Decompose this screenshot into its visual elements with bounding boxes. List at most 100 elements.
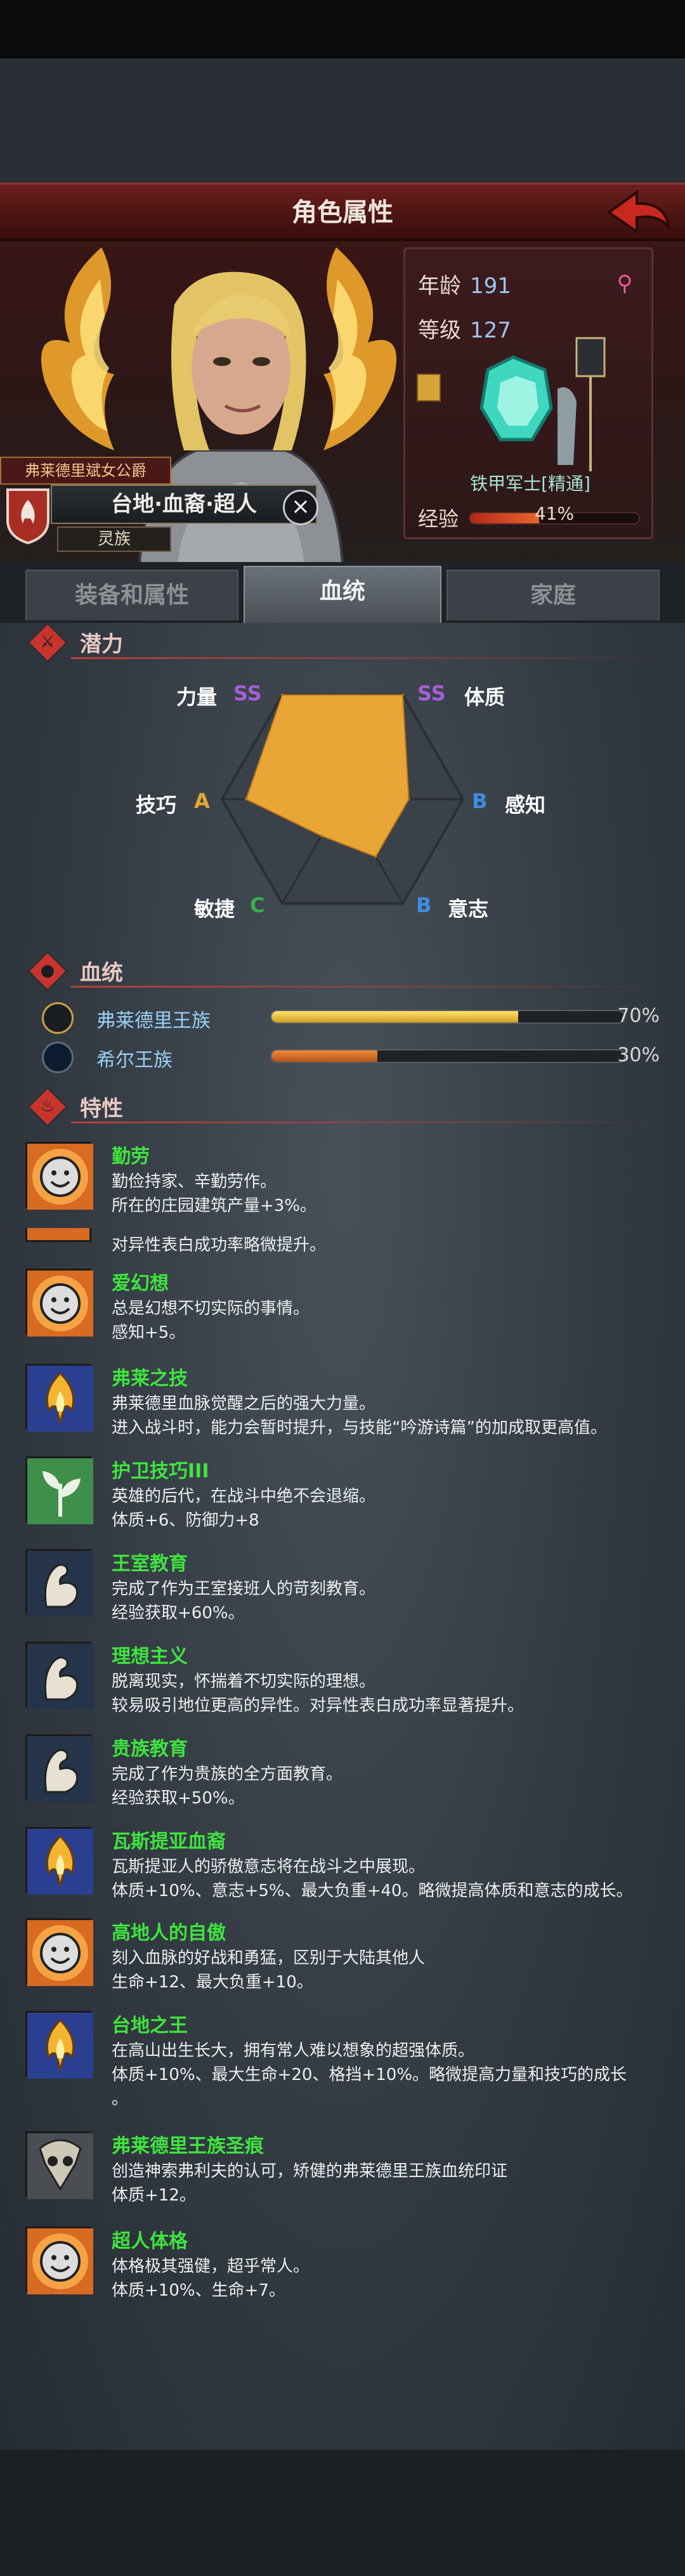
hill-emblem-icon: [42, 1042, 74, 1073]
grade-agility: C: [250, 893, 265, 917]
traits-header: ♨ 特性: [0, 1086, 685, 1128]
bottom-band: [0, 2450, 685, 2576]
bloodline-bar-fill: [271, 1011, 519, 1023]
grade-will: B: [416, 893, 432, 917]
trait-leaf-icon: [25, 1456, 93, 1524]
trait-description-line: 生命+12、最大负重+10。: [112, 1973, 313, 1992]
trait-description-line: 。: [112, 2089, 129, 2109]
key-icon[interactable]: ⚲: [612, 271, 637, 296]
trait-description-line: 脱离现实，怀揣着不切实际的理想。: [112, 1672, 376, 1691]
bloodline-divider: [71, 986, 666, 988]
trait-description-line: 体质+6、防御力+8: [112, 1511, 259, 1530]
axis-label-strength: 力量: [176, 685, 218, 709]
trait-smile-icon-partial: [25, 1228, 91, 1242]
back-arrow-icon[interactable]: [604, 188, 672, 237]
bloodline-name: 弗莱德里王族: [96, 1010, 211, 1032]
trait-arm-icon: [25, 1549, 93, 1617]
top-gray-band: [0, 58, 685, 183]
trait-name: 贵族教育: [112, 1738, 188, 1760]
race-label: 灵族: [57, 526, 171, 552]
grade-strength: SS: [233, 681, 262, 705]
tab-equipment[interactable]: 装备和属性: [25, 570, 238, 620]
trait-name: 爱幻想: [112, 1272, 169, 1295]
trait-flame-icon: [25, 1364, 93, 1432]
grade-constitution: SS: [417, 681, 446, 705]
trait-arm-icon: [25, 1734, 93, 1802]
potential-header: ⚔ 潜力: [0, 622, 685, 664]
flame-glyph-icon: ♨: [40, 1097, 55, 1116]
trait-arm-icon: [25, 1642, 93, 1710]
bloodline-header: ● 血统: [0, 950, 685, 992]
class-name: 铁甲军士[精通]: [470, 473, 590, 494]
trait-smile-icon: [25, 2226, 93, 2294]
page-title: 角色属性: [292, 198, 393, 227]
axis-label-skill: 技巧: [136, 793, 177, 817]
trait-description-line: 瓦斯提亚人的骄傲意志将在战斗之中展现。: [112, 1857, 426, 1876]
traits-divider: [71, 1121, 666, 1123]
trait-name: 理想主义: [112, 1645, 188, 1668]
radar-point-感知: [407, 798, 410, 801]
trait-smile-icon: [25, 1918, 93, 1986]
bloodline-shield-icon: [6, 488, 49, 544]
close-icon[interactable]: ×: [283, 490, 318, 525]
bloodline-bar: [270, 1049, 625, 1063]
trait-description-line: 较易吸引地位更高的异性。对异性表白成功率显著提升。: [112, 1696, 525, 1715]
bloodline-percent: 30%: [617, 1044, 660, 1066]
trait-description-line: 完成了作为王室接班人的苛刻教育。: [112, 1579, 376, 1599]
tab-family[interactable]: 家庭: [447, 570, 660, 620]
stats-panel: 年龄 191 ⚲ 等级 127 铁甲军士[精通] 经验 41%: [403, 247, 653, 539]
rank-badge-icon: [417, 374, 441, 402]
potential-glyph-icon: ⚔: [40, 632, 55, 651]
trait-description-line: 在高山出生长大，拥有常人难以想象的超强体质。: [112, 2041, 475, 2060]
character-name: 台地·血裔·超人: [51, 485, 317, 524]
radar-point-力量: [281, 693, 284, 696]
age-row: 年龄 191: [418, 268, 511, 299]
trait-description-line: 完成了作为贵族的全方面教育。: [112, 1765, 343, 1784]
bloodline-percent: 70%: [617, 1005, 660, 1027]
grade-skill: A: [194, 789, 210, 813]
top-black-band: [0, 0, 685, 58]
exp-percent: 41%: [534, 503, 575, 524]
trait-description-line: 感知+5。: [112, 1323, 186, 1342]
radar-point-敏捷: [320, 834, 323, 837]
trait-name: 勤劳: [112, 1146, 150, 1168]
nobility-title: 弗莱德里斌女公爵: [0, 457, 171, 485]
trait-name: 台地之王: [112, 2015, 188, 2037]
trait-name: 护卫技巧III: [112, 1460, 209, 1482]
trait-description-line: 体质+10%、最大生命+20、格挡+10%。略微提高力量和技巧的成长: [112, 2065, 627, 2084]
trait-name: 高地人的自傲: [112, 1922, 226, 1944]
trait-name: 瓦斯提亚血裔: [112, 1831, 226, 1853]
trait-skull-icon: [25, 2131, 93, 2199]
trait-name: 超人体格: [112, 2230, 188, 2252]
axis-label-agility: 敏捷: [194, 897, 235, 921]
trait-description-line: 所在的庄园建筑产量+3%。: [112, 1196, 317, 1215]
grade-perception: B: [472, 789, 488, 813]
trait-description-line: 英雄的后代，在战斗中绝不会退缩。: [112, 1487, 376, 1506]
trait-name: 弗莱德里王族圣痕: [112, 2135, 264, 2157]
traits-title: 特性: [80, 1096, 123, 1121]
trait-description-line: 进入战斗时，能力会暂时提升，与技能“吟游诗篇”的加成取更高值。: [112, 1418, 607, 1437]
trait-description-line: 创造神索弗利夫的认可，矫健的弗莱德里王族血统印证: [112, 2162, 508, 2181]
axis-label-will: 意志: [448, 897, 489, 921]
trait-description-line: 体质+10%、意志+5%、最大负重+40。略微提高体质和意志的成长。: [112, 1881, 633, 1900]
royal-emblem-icon: [42, 1002, 74, 1034]
bloodline-bar-fill: [271, 1050, 377, 1062]
radar-point-体质: [401, 693, 404, 696]
trait-description-line: 总是幻想不切实际的事情。: [112, 1299, 310, 1318]
axis-label-constitution: 体质: [464, 685, 506, 709]
trait-description-line: 对异性表白成功率略微提升。: [112, 1236, 327, 1255]
trait-smile-icon: [25, 1142, 93, 1210]
trait-description-line: 勤俭持家、辛勤劳作。: [112, 1172, 277, 1191]
trait-description-line: 弗莱德里血脉觉醒之后的强大力量。: [112, 1394, 376, 1413]
bloodline-name: 希尔王族: [96, 1049, 173, 1071]
potential-divider: [71, 657, 666, 659]
tab-bloodline[interactable]: 血统: [244, 566, 441, 623]
age-label: 年龄: [418, 273, 461, 299]
radar-point-意志: [374, 855, 377, 858]
title-bar: 角色属性: [0, 183, 685, 241]
trait-flame-icon: [25, 2011, 93, 2079]
trait-smile-icon: [25, 1269, 93, 1337]
bloodline-title: 血统: [80, 960, 123, 986]
trait-description-line: 体质+12。: [112, 2186, 196, 2205]
trait-description-line: 刻入血脉的好战和勇猛，区别于大陆其他人: [112, 1949, 426, 1968]
